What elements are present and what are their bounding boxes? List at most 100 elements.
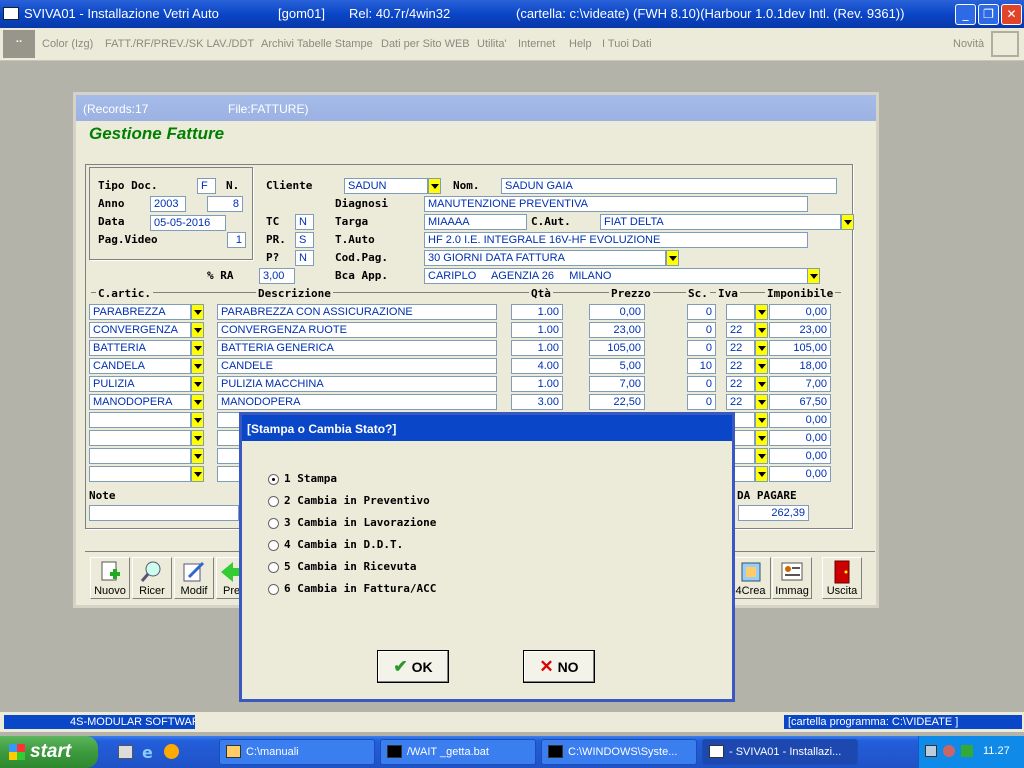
row-sc-field[interactable]: 0 [687, 322, 716, 338]
task-system[interactable]: C:\WINDOWS\Syste... [541, 739, 697, 765]
row-code-field[interactable] [89, 448, 191, 464]
pr-field[interactable]: S [295, 232, 314, 248]
row-iva-field[interactable]: 22 [726, 394, 755, 410]
menu-grip-icon[interactable]: ⠒ [3, 30, 35, 58]
row-qty-field[interactable]: 1.00 [511, 340, 563, 356]
row-price-field[interactable]: 7,00 [589, 376, 645, 392]
menu-item-internet[interactable]: Internet [518, 38, 555, 50]
tipo-doc-field[interactable]: F [197, 178, 216, 194]
invoice-window-titlebar[interactable]: (Records:17 File:FATTURE) [76, 95, 876, 121]
row-iva-field[interactable]: 22 [726, 376, 755, 392]
immagine-button[interactable]: Immag [772, 557, 812, 599]
row-iva-dropdown-icon[interactable] [755, 466, 768, 482]
option-ddt[interactable]: 4 Cambia in D.D.T. [268, 538, 403, 551]
radio-fattura-icon[interactable] [268, 583, 279, 595]
row-sc-field[interactable]: 0 [687, 394, 716, 410]
row-desc-field[interactable]: PARABREZZA CON ASSICURAZIONE [217, 304, 497, 320]
start-button[interactable]: start [0, 736, 98, 768]
menu-item-archivi[interactable]: Archivi Tabelle Stampe [261, 38, 373, 50]
data-field[interactable]: 05-05-2016 [150, 215, 226, 231]
internet-explorer-icon[interactable]: e [142, 743, 153, 762]
nuovo-button[interactable]: Nuovo [90, 557, 130, 599]
row-iva-dropdown-icon[interactable] [755, 376, 768, 392]
row-qty-field[interactable]: 1.00 [511, 376, 563, 392]
radio-ricevuta-icon[interactable] [268, 561, 279, 573]
row-desc-field[interactable]: CANDELE [217, 358, 497, 374]
quicklaunch-icon[interactable] [118, 745, 133, 759]
row-code-dropdown-icon[interactable] [191, 358, 204, 374]
row-price-field[interactable]: 5,00 [589, 358, 645, 374]
row-iva-dropdown-icon[interactable] [755, 340, 768, 356]
numero-field[interactable]: 8 [207, 196, 243, 212]
radio-ddt-icon[interactable] [268, 539, 279, 551]
row-imp-field[interactable]: 0,00 [769, 412, 831, 428]
settings-icon[interactable] [943, 745, 955, 757]
pag-video-field[interactable]: 1 [227, 232, 246, 248]
menu-item-help[interactable]: Help [569, 38, 592, 50]
menu-item-web[interactable]: Dati per Sito WEB [381, 38, 470, 50]
window-titlebar[interactable]: SVIVA01 - Installazione Vetri Auto [gom0… [0, 0, 1024, 28]
row-code-field[interactable] [89, 430, 191, 446]
row-qty-field[interactable]: 1.00 [511, 322, 563, 338]
codpag-dropdown-icon[interactable] [666, 250, 679, 266]
maximize-button[interactable]: ❐ [978, 4, 999, 25]
minimize-button[interactable]: _ [955, 4, 976, 25]
row-iva-dropdown-icon[interactable] [755, 322, 768, 338]
crea-button[interactable]: 4Crea [731, 557, 771, 599]
row-code-field[interactable] [89, 466, 191, 482]
dialog-title[interactable]: [Stampa o Cambia Stato?] [242, 415, 732, 441]
option-lavorazione[interactable]: 3 Cambia in Lavorazione [268, 516, 436, 529]
row-code-dropdown-icon[interactable] [191, 304, 204, 320]
media-player-icon[interactable] [164, 744, 179, 759]
row-sc-field[interactable]: 10 [687, 358, 716, 374]
row-code-field[interactable]: PARABREZZA [89, 304, 191, 320]
row-code-field[interactable]: BATTERIA [89, 340, 191, 356]
row-iva-dropdown-icon[interactable] [755, 430, 768, 446]
row-desc-field[interactable]: MANODOPERA [217, 394, 497, 410]
no-button[interactable]: ✕ NO [523, 650, 595, 683]
menu-item-color[interactable]: Color (Izg) [42, 38, 93, 50]
task-getta[interactable]: /WAIT _getta.bat [380, 739, 536, 765]
tauto-field[interactable]: HF 2.0 I.E. INTEGRALE 16V-HF EVOLUZIONE [424, 232, 808, 248]
row-code-dropdown-icon[interactable] [191, 322, 204, 338]
row-code-field[interactable]: CANDELA [89, 358, 191, 374]
row-imp-field[interactable]: 23,00 [769, 322, 831, 338]
row-price-field[interactable]: 0,00 [589, 304, 645, 320]
shield-icon[interactable] [961, 745, 973, 757]
row-imp-field[interactable]: 105,00 [769, 340, 831, 356]
row-qty-field[interactable]: 1.00 [511, 304, 563, 320]
bca-field[interactable]: CARIPLO AGENZIA 26 MILANO [424, 268, 808, 284]
radio-preventivo-icon[interactable] [268, 495, 279, 507]
row-code-dropdown-icon[interactable] [191, 466, 204, 482]
row-price-field[interactable]: 105,00 [589, 340, 645, 356]
row-qty-field[interactable]: 3.00 [511, 394, 563, 410]
row-imp-field[interactable]: 0,00 [769, 430, 831, 446]
row-qty-field[interactable]: 4.00 [511, 358, 563, 374]
ricerca-button[interactable]: Ricer [132, 557, 172, 599]
option-ricevuta[interactable]: 5 Cambia in Ricevuta [268, 560, 416, 573]
radio-stampa-icon[interactable] [268, 473, 279, 485]
row-code-dropdown-icon[interactable] [191, 430, 204, 446]
row-desc-field[interactable]: PULIZIA MACCHINA [217, 376, 497, 392]
row-imp-field[interactable]: 0,00 [769, 304, 831, 320]
uscita-button[interactable]: Uscita [822, 557, 862, 599]
nom-field[interactable]: SADUN GAIA [501, 178, 837, 194]
row-iva-field[interactable] [726, 304, 755, 320]
codpag-field[interactable]: 30 GIORNI DATA FATTURA [424, 250, 666, 266]
menu-item-novita[interactable]: Novità [953, 38, 984, 50]
diagnosi-field[interactable]: MANUTENZIONE PREVENTIVA [424, 196, 808, 212]
row-imp-field[interactable]: 67,50 [769, 394, 831, 410]
row-sc-field[interactable]: 0 [687, 304, 716, 320]
row-code-dropdown-icon[interactable] [191, 394, 204, 410]
clock[interactable]: 11.27 [983, 745, 1010, 757]
anno-field[interactable]: 2003 [150, 196, 186, 212]
cliente-field[interactable]: SADUN [344, 178, 428, 194]
row-iva-field[interactable]: 22 [726, 322, 755, 338]
menu-item-utilita[interactable]: Utilita' [477, 38, 507, 50]
option-stampa[interactable]: 1 Stampa [268, 472, 337, 485]
row-code-field[interactable]: PULIZIA [89, 376, 191, 392]
note-field[interactable] [89, 505, 239, 521]
row-imp-field[interactable]: 0,00 [769, 466, 831, 482]
row-iva-field[interactable]: 22 [726, 340, 755, 356]
row-iva-field[interactable]: 22 [726, 358, 755, 374]
